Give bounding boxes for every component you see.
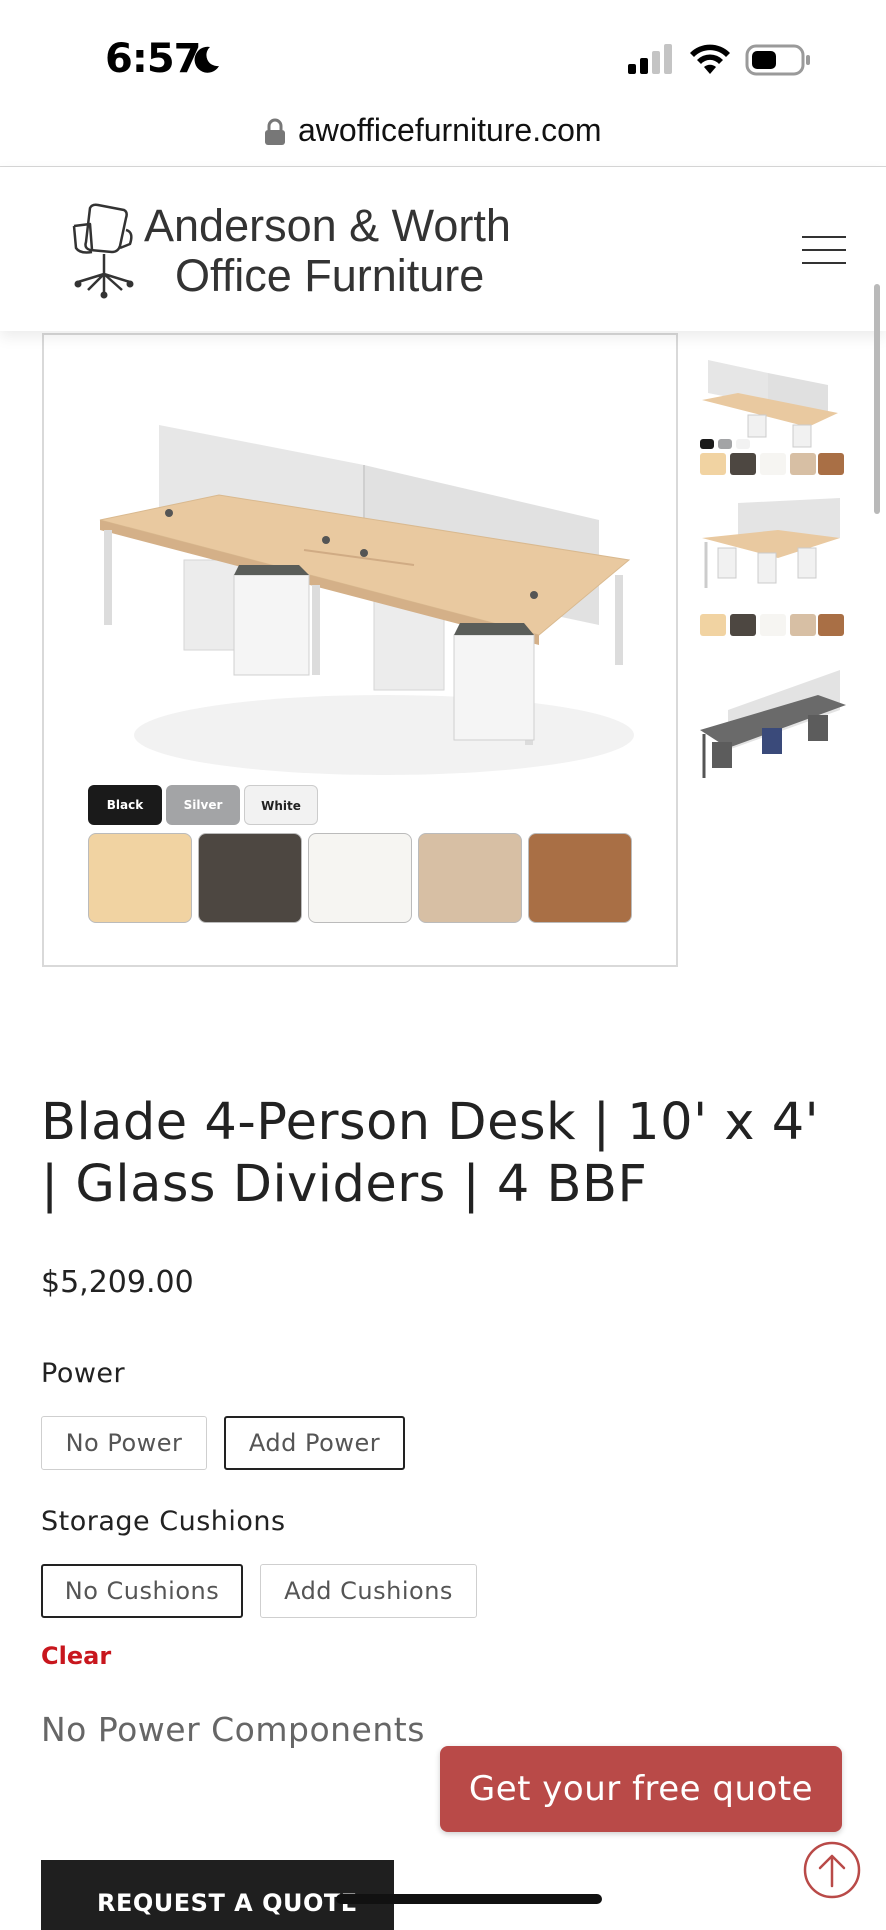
wood-swatch-white[interactable] [308, 833, 412, 923]
frame-color-black[interactable]: Black [88, 785, 162, 825]
cushions-option-title: Storage Cushions [41, 1506, 286, 1537]
signal-icon [628, 44, 672, 74]
clear-options-link[interactable]: Clear [41, 1642, 111, 1670]
thumb-swatch [700, 453, 726, 475]
main-product-image[interactable]: Black Silver White [42, 333, 678, 967]
arrow-up-circle-icon[interactable] [802, 1840, 862, 1900]
frame-color-label: White [261, 799, 301, 813]
logo-text-line2[interactable]: Office Furniture [175, 250, 484, 302]
battery-icon [745, 44, 810, 76]
thumb-swatch [818, 614, 844, 636]
thumb-swatch [700, 439, 714, 449]
thumb-swatch [718, 439, 732, 449]
wood-swatch-espresso[interactable] [198, 833, 302, 923]
lock-icon [265, 118, 285, 145]
home-indicator [336, 1894, 602, 1904]
components-note: No Power Components [41, 1710, 425, 1749]
thumbnail-2[interactable] [698, 498, 846, 658]
free-quote-button[interactable]: Get your free quote [440, 1746, 842, 1832]
thumb-swatch [790, 453, 816, 475]
no-power-button[interactable]: No Power [41, 1416, 207, 1470]
product-price: $5,209.00 [41, 1265, 194, 1300]
hamburger-menu-icon[interactable] [802, 236, 846, 266]
frame-color-white[interactable]: White [244, 785, 318, 825]
status-time: 6:57 [105, 36, 201, 82]
add-cushions-button[interactable]: Add Cushions [260, 1564, 477, 1618]
wood-swatch-driftwood[interactable] [418, 833, 522, 923]
product-title: Blade 4-Person Desk | 10' x 4' | Glass D… [41, 1093, 820, 1214]
thumbnail-3[interactable] [698, 670, 846, 808]
scrollbar[interactable] [874, 284, 880, 514]
thumb-swatch [760, 453, 786, 475]
thumb-swatch [730, 453, 756, 475]
wifi-icon [690, 44, 730, 74]
thumb-swatch [818, 453, 844, 475]
url-text[interactable]: awofficefurniture.com [298, 112, 602, 149]
thumb-swatch [736, 439, 750, 449]
wood-swatch-maple[interactable] [88, 833, 192, 923]
frame-color-label: Silver [183, 798, 223, 812]
no-cushions-button[interactable]: No Cushions [41, 1564, 243, 1618]
moon-icon [194, 46, 219, 73]
wood-swatch-walnut[interactable] [528, 833, 632, 923]
thumb-swatch [760, 614, 786, 636]
add-power-button[interactable]: Add Power [224, 1416, 405, 1470]
office-chair-icon[interactable] [68, 200, 144, 300]
logo-text-line1[interactable]: Anderson & Worth [144, 200, 511, 252]
power-option-title: Power [41, 1358, 126, 1389]
thumb-swatch [730, 614, 756, 636]
frame-color-silver[interactable]: Silver [166, 785, 240, 825]
thumbnail-1[interactable] [698, 355, 846, 515]
thumb-swatch [700, 614, 726, 636]
frame-color-label: Black [106, 798, 144, 812]
thumb-swatch [790, 614, 816, 636]
